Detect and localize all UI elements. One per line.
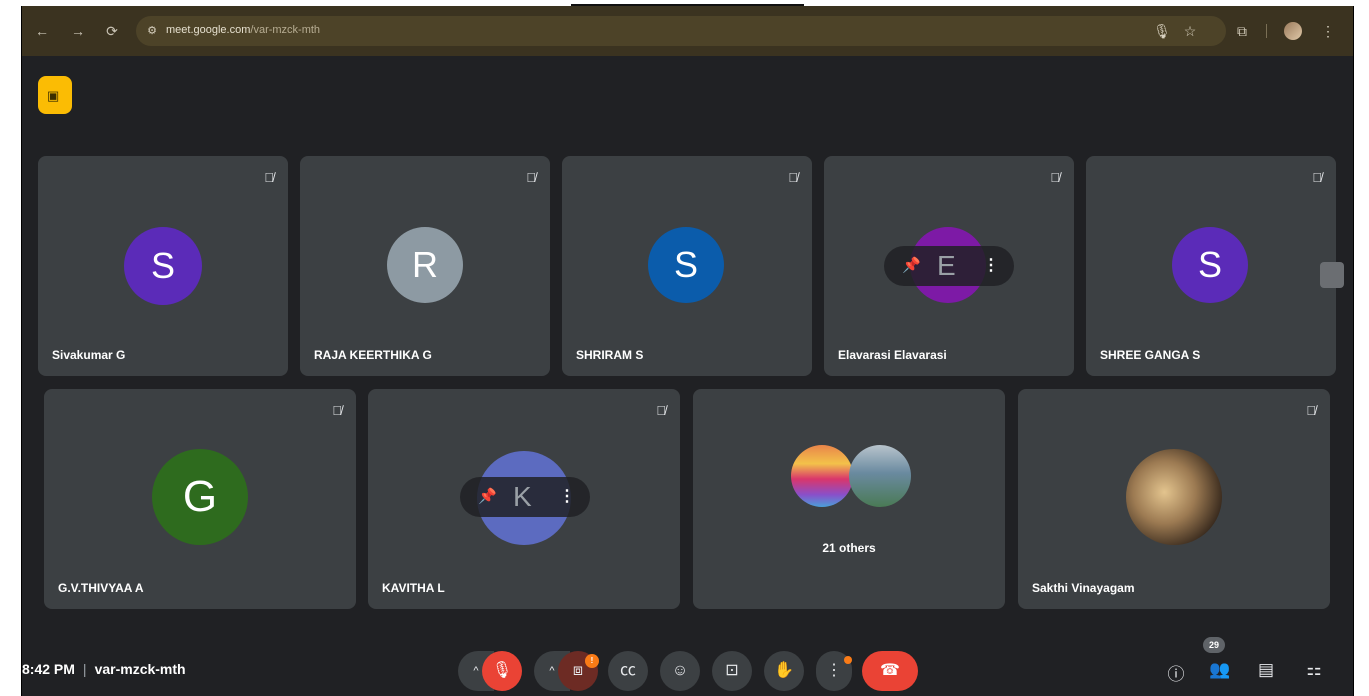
present-screen-icon: ▣ xyxy=(47,88,60,103)
avatar: G xyxy=(152,449,248,545)
extensions-icon[interactable]: ⧉ xyxy=(1232,21,1252,41)
present-now-button[interactable]: ⊡ xyxy=(712,651,752,691)
meeting-time: 8:42 PM xyxy=(22,661,75,677)
participant-tile[interactable]: 🎙̸ S SHRIRAM S xyxy=(562,156,812,376)
microphone-toggle-button[interactable]: 🎙 xyxy=(482,651,522,691)
call-end-icon: ☎ xyxy=(880,662,900,679)
menu-dots-icon[interactable]: ⋮ xyxy=(1318,21,1338,41)
mic-off-icon: 🎙̸ xyxy=(1050,170,1060,185)
raise-hand-button[interactable]: ✋ xyxy=(764,651,804,691)
participant-name: Sakthi Vinayagam xyxy=(1032,581,1135,595)
mic-icon[interactable]: 🎙 xyxy=(1152,21,1172,41)
meeting-details-icon[interactable]: ⓘ xyxy=(1164,660,1188,685)
hand-icon: ✋ xyxy=(774,662,794,679)
people-count-badge: 29 xyxy=(1203,637,1225,653)
mic-off-icon: 🎙̸ xyxy=(656,403,666,418)
separator: | xyxy=(82,661,87,677)
address-bar[interactable]: ⚙ meet.google.com/var-mzck-mth xyxy=(136,16,1226,46)
avatar xyxy=(1126,449,1222,545)
participant-name: SHRIRAM S xyxy=(576,348,644,362)
notification-dot xyxy=(844,656,852,664)
participant-tile[interactable]: 🎙̸ 📌 K ⋮ KAVITHA L xyxy=(368,389,680,609)
activities-icon[interactable]: ⚏ xyxy=(1302,660,1326,680)
reload-icon[interactable]: ⟳ xyxy=(102,21,122,41)
participant-tile[interactable]: 🎙̸ Sakthi Vinayagam xyxy=(1018,389,1330,609)
side-panel-handle[interactable] xyxy=(1320,262,1344,288)
tile-hover-controls: 📌 E ⋮ xyxy=(884,246,1014,286)
profile-avatar[interactable] xyxy=(1284,22,1302,40)
browser-toolbar: ← → ⟳ ⚙ meet.google.com/var-mzck-mth 🎙 ☆… xyxy=(22,6,1353,56)
participant-name: Elavarasi Elavarasi xyxy=(838,348,947,362)
browser-window: ← → ⟳ ⚙ meet.google.com/var-mzck-mth 🎙 ☆… xyxy=(21,6,1354,696)
participant-tile[interactable]: 🎙̸ G G.V.THIVYAA A xyxy=(44,389,356,609)
participant-tile[interactable]: 🎙̸ S Sivakumar G xyxy=(38,156,288,376)
participant-name: SHREE GANGA S xyxy=(1100,348,1201,362)
participant-tile[interactable]: 🎙̸ R RAJA KEERTHIKA G xyxy=(300,156,550,376)
participant-name: Sivakumar G xyxy=(52,348,126,362)
presentation-indicator-button[interactable]: ▣ xyxy=(38,76,72,114)
participant-name: RAJA KEERTHIKA G xyxy=(314,348,432,362)
avatar xyxy=(791,445,853,507)
more-options-icon[interactable]: ⋮ xyxy=(983,255,999,275)
more-vert-icon: ⋮ xyxy=(826,662,842,679)
forward-icon[interactable]: → xyxy=(68,21,88,41)
url-text: meet.google.com/var-mzck-mth xyxy=(166,24,321,36)
site-info-icon[interactable]: ⚙ xyxy=(144,23,160,39)
mic-off-icon: 🎙 xyxy=(491,662,513,679)
more-options-icon[interactable]: ⋮ xyxy=(559,486,575,506)
mic-off-icon: 🎙̸ xyxy=(264,170,274,185)
mic-off-icon: 🎙̸ xyxy=(1306,403,1316,418)
present-icon: ⊡ xyxy=(725,662,739,679)
people-icon[interactable]: 👥 xyxy=(1208,660,1232,680)
meeting-code: var-mzck-mth xyxy=(94,661,186,677)
mic-off-icon: 🎙̸ xyxy=(1312,170,1322,185)
avatar: S xyxy=(648,227,724,303)
participant-tile[interactable]: 🎙̸ 📌 E ⋮ Elavarasi Elavarasi xyxy=(824,156,1074,376)
avatar: S xyxy=(1172,227,1248,303)
meeting-info: 8:42 PM | var-mzck-mth xyxy=(22,661,186,677)
others-count-label: 21 others xyxy=(822,541,876,555)
avatar xyxy=(849,445,911,507)
avatar-initial: E xyxy=(937,250,956,281)
back-icon[interactable]: ← xyxy=(32,21,52,41)
camera-warning-badge: ! xyxy=(585,654,599,668)
leave-call-button[interactable]: ☎ xyxy=(862,651,918,691)
divider xyxy=(1266,24,1267,38)
participant-name: KAVITHA L xyxy=(382,581,445,595)
pin-icon[interactable]: 📌 xyxy=(478,487,497,505)
avatar-initial: K xyxy=(513,481,532,512)
mic-off-icon: 🎙̸ xyxy=(332,403,342,418)
avatar: S xyxy=(124,227,202,305)
mic-off-icon: 🎙̸ xyxy=(788,170,798,185)
camera-off-icon: ⧈ xyxy=(572,662,584,679)
captions-icon: ㏄ xyxy=(619,662,636,679)
star-icon[interactable]: ☆ xyxy=(1180,21,1200,41)
chat-icon[interactable]: ▤ xyxy=(1254,660,1278,680)
reactions-button[interactable]: ☺ xyxy=(660,651,700,691)
mic-off-icon: 🎙̸ xyxy=(526,170,536,185)
avatar: R xyxy=(387,227,463,303)
others-tile[interactable]: 21 others xyxy=(693,389,1005,609)
emoji-icon: ☺ xyxy=(671,662,689,679)
tile-hover-controls: 📌 K ⋮ xyxy=(460,477,590,517)
pin-icon[interactable]: 📌 xyxy=(902,256,921,274)
captions-button[interactable]: ㏄ xyxy=(608,651,648,691)
participant-tile[interactable]: 🎙̸ S SHREE GANGA S xyxy=(1086,156,1336,376)
participant-name: G.V.THIVYAA A xyxy=(58,581,144,595)
